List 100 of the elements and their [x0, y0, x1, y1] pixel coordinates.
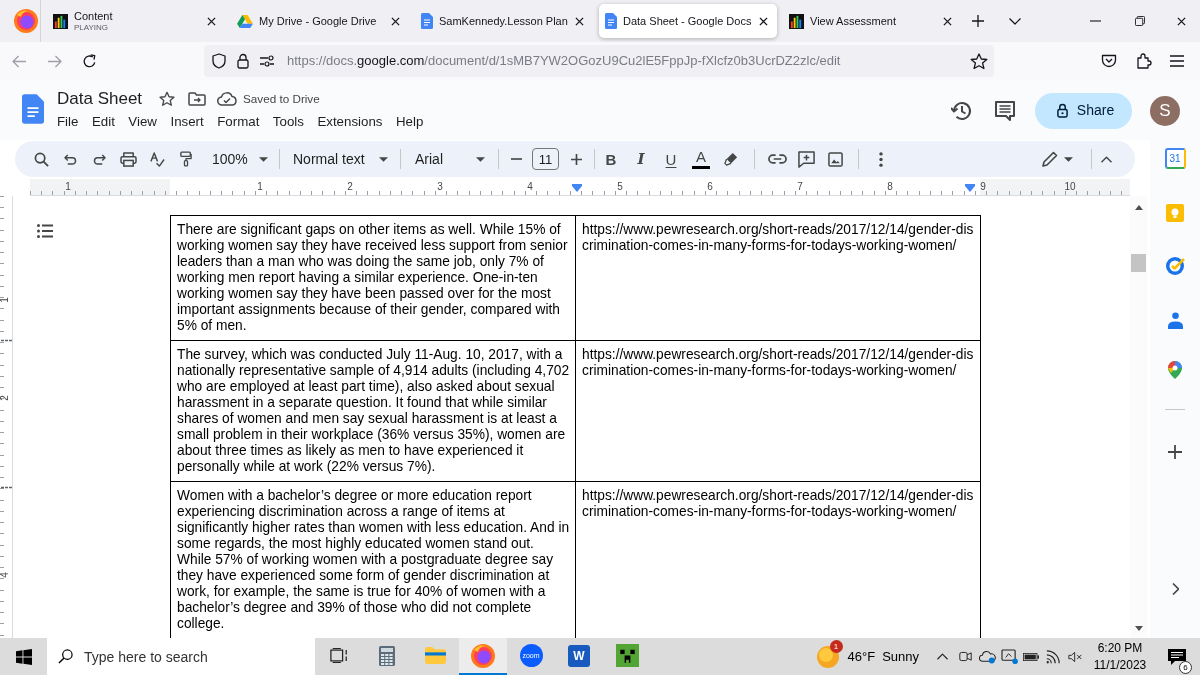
bar-chart-icon: [789, 13, 804, 29]
sun-icon[interactable]: [816, 646, 839, 669]
image-icon[interactable]: [827, 151, 843, 167]
paragraph-style-dropdown[interactable]: Normal text: [288, 145, 392, 173]
browser-tab[interactable]: Data Sheet - Google Docs: [599, 4, 777, 38]
speaker-muted-icon[interactable]: [1067, 650, 1083, 663]
cloud-check-icon[interactable]: [217, 92, 238, 106]
extensions-icon[interactable]: [1136, 53, 1152, 69]
version-history-icon[interactable]: [951, 100, 973, 121]
notifications-icon[interactable]: [1167, 648, 1187, 667]
account-avatar[interactable]: S: [1150, 95, 1180, 126]
column-marker-icon[interactable]: [572, 184, 582, 192]
menu-item[interactable]: Tools: [272, 113, 304, 131]
document-logo-icon[interactable]: [22, 94, 44, 124]
search-icon: [58, 649, 73, 664]
minus-icon[interactable]: [510, 158, 522, 160]
tasks-icon[interactable]: [1165, 256, 1185, 276]
cloud-icon[interactable]: [978, 649, 996, 664]
bookmark-star-icon[interactable]: [970, 52, 988, 70]
menu-icon[interactable]: [1169, 55, 1185, 67]
plus-icon[interactable]: [570, 153, 582, 165]
shield-icon[interactable]: [212, 53, 226, 69]
bold-button[interactable]: B: [597, 145, 625, 173]
plus-icon[interactable]: [972, 15, 984, 27]
scroll-up-icon[interactable]: [1134, 205, 1143, 210]
pixel-face-icon: [615, 644, 639, 667]
browser-logo-icon[interactable]: [14, 9, 38, 33]
editing-mode-button[interactable]: [1042, 151, 1073, 167]
map-pin-icon[interactable]: [1168, 361, 1182, 379]
browser-tab[interactable]: View Assessment: [783, 4, 961, 38]
menu-item[interactable]: Insert: [170, 113, 204, 131]
document-title[interactable]: Data Sheet: [57, 88, 143, 110]
search-field[interactable]: Type here to search: [47, 638, 315, 675]
text-color-button[interactable]: A: [687, 145, 715, 173]
chevron-up-icon[interactable]: [937, 653, 948, 660]
windows-logo-icon[interactable]: [15, 648, 32, 665]
menu-item[interactable]: View: [128, 113, 157, 131]
close-icon[interactable]: [1176, 16, 1186, 26]
comments-icon[interactable]: [995, 100, 1015, 121]
search-icon[interactable]: [33, 151, 49, 167]
menu-item[interactable]: Help: [395, 113, 424, 131]
share-button[interactable]: Share: [1035, 92, 1132, 129]
menu-item[interactable]: Extensions: [317, 113, 383, 131]
close-icon[interactable]: [943, 16, 952, 26]
chevron-up-icon[interactable]: [1100, 155, 1112, 163]
pocket-icon[interactable]: [1101, 54, 1117, 68]
clock-date[interactable]: 11/1/2023: [1086, 656, 1154, 674]
paint-roller-icon[interactable]: [180, 151, 192, 167]
row-marker-icon[interactable]: [1, 486, 12, 489]
ruler-number: 8: [887, 181, 893, 193]
zoom-dropdown[interactable]: 100%: [201, 145, 271, 173]
taskbar-app-button[interactable]: W: [555, 638, 603, 675]
star-icon[interactable]: [159, 91, 176, 107]
more-icon[interactable]: [879, 151, 883, 167]
close-icon[interactable]: [575, 16, 584, 26]
ruler-number: 4: [527, 181, 533, 193]
highlighter-icon[interactable]: [724, 152, 738, 166]
monitor-icon[interactable]: [1000, 649, 1018, 664]
reload-icon[interactable]: [82, 53, 97, 69]
outline-list-icon[interactable]: [37, 224, 53, 238]
close-icon[interactable]: [391, 16, 400, 26]
font-dropdown[interactable]: Arial: [409, 145, 490, 173]
close-icon[interactable]: [207, 16, 216, 26]
vertical-scrollbar[interactable]: [1130, 196, 1147, 638]
redo-icon[interactable]: [92, 153, 106, 165]
spellcheck-icon[interactable]: [149, 151, 165, 167]
video-camera-icon[interactable]: [958, 650, 972, 663]
undo-icon[interactable]: [63, 153, 77, 165]
scroll-down-icon[interactable]: [1134, 626, 1143, 631]
clock-time[interactable]: 6:20 PM: [1086, 639, 1154, 657]
minimize-icon[interactable]: [1089, 20, 1101, 22]
person-icon[interactable]: [1167, 312, 1183, 329]
font-size-field[interactable]: 11: [532, 148, 559, 170]
plus-icon[interactable]: [1168, 445, 1182, 459]
tab-status-label: PLAYING: [74, 23, 110, 32]
move-folder-icon[interactable]: [188, 92, 207, 106]
underline-button[interactable]: U: [657, 145, 685, 173]
browser-tab[interactable]: My Drive - Google Drive: [231, 4, 409, 38]
letter-logo: W: [568, 644, 590, 667]
restore-icon[interactable]: [1135, 16, 1145, 26]
chevron-down-icon[interactable]: [1009, 17, 1021, 25]
calendar-app-button[interactable]: 31: [1164, 148, 1186, 169]
indent-marker-icon[interactable]: [965, 184, 975, 192]
close-icon[interactable]: [759, 16, 768, 26]
add-comment-icon[interactable]: [797, 150, 815, 168]
link-icon[interactable]: [767, 154, 787, 164]
battery-icon[interactable]: [1023, 652, 1039, 661]
row-marker-icon[interactable]: [1, 339, 12, 342]
permissions-icon[interactable]: [259, 55, 275, 67]
browser-tab[interactable]: SamKennedy.Lesson Plan: [415, 4, 593, 38]
menu-item[interactable]: Format: [217, 113, 260, 131]
browser-tab[interactable]: Content PLAYING: [47, 4, 225, 38]
wifi-icon[interactable]: [1046, 649, 1060, 664]
menu-item[interactable]: File: [57, 113, 79, 131]
menu-item[interactable]: Edit: [91, 113, 115, 131]
lock-icon[interactable]: [237, 53, 249, 69]
chevron-right-icon[interactable]: [1171, 583, 1179, 595]
print-icon[interactable]: [119, 151, 137, 167]
italic-button[interactable]: I: [627, 145, 655, 173]
scrollbar-thumb[interactable]: [1131, 254, 1146, 272]
